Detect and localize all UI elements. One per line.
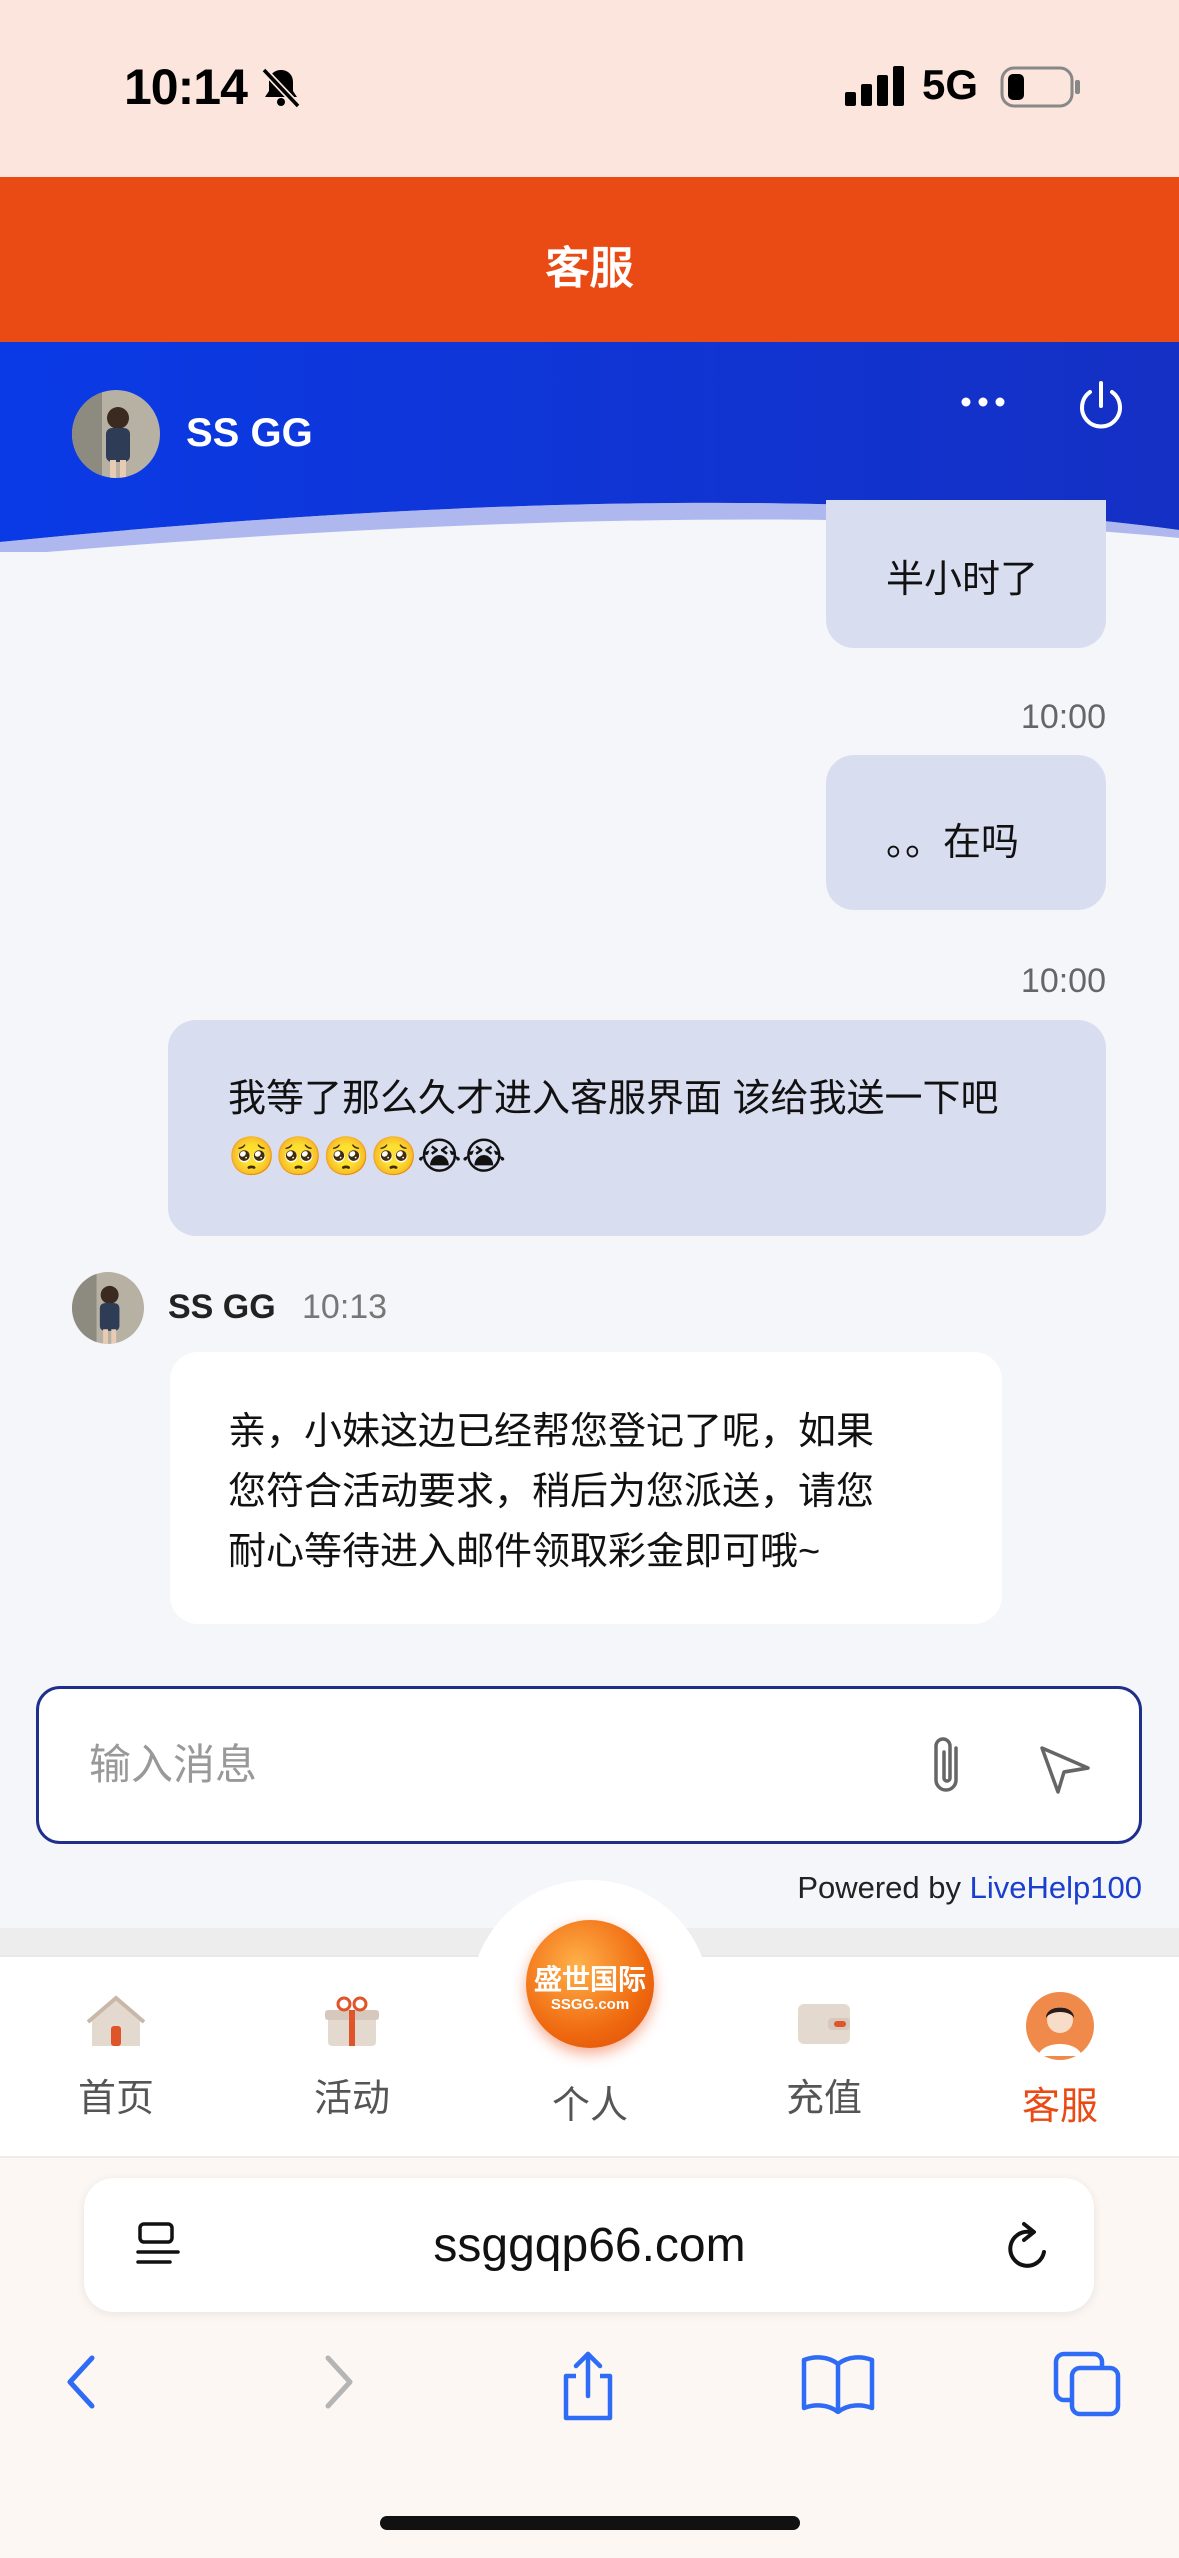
bookmarks-icon[interactable] <box>800 2350 876 2414</box>
message-line: 您符合活动要求，稍后为您派送，请您 <box>228 1471 875 1513</box>
paperclip-icon[interactable] <box>922 1734 972 1798</box>
nav-item-profile[interactable]: 个人 <box>510 2066 670 2129</box>
agent-avatar <box>72 390 160 478</box>
wallet-icon <box>798 2004 850 2044</box>
home-indicator <box>380 2516 800 2530</box>
message-bubble-user: 半小时了 <box>826 500 1106 648</box>
logo-subtext: SSGG.com <box>550 1996 630 2013</box>
network-type: 5G <box>922 61 979 108</box>
nav-item-service[interactable]: 客服 <box>980 1990 1140 2130</box>
agent-name: SS GG <box>186 411 313 455</box>
message-bubble-agent: 亲，小妹这边已经帮您登记了呢，如果 您符合活动要求，稍后为您派送，请您 耐心等待… <box>170 1352 1002 1624</box>
power-icon[interactable] <box>1073 378 1129 434</box>
home-icon <box>86 1995 146 2046</box>
share-icon[interactable] <box>556 2350 620 2422</box>
nav-item-activity[interactable]: 活动 <box>272 1990 432 2122</box>
tabs-icon[interactable] <box>1052 2350 1124 2418</box>
nav-item-recharge[interactable]: 充值 <box>744 1990 904 2122</box>
service-avatar-icon <box>1026 1992 1094 2060</box>
message-timestamp: 10:13 <box>302 1288 388 1326</box>
center-logo-icon[interactable]: 盛世国际 SSGG.com <box>526 1920 654 2048</box>
agent-avatar <box>72 1272 144 1344</box>
back-icon[interactable] <box>62 2350 102 2414</box>
message-bubble-user: 。。在吗 <box>826 755 1106 910</box>
message-input-box <box>36 1686 1142 1844</box>
message-timestamp: 10:00 <box>1020 698 1106 736</box>
reader-icon[interactable] <box>134 2218 184 2274</box>
logo-text: 盛世国际 <box>533 1964 646 1995</box>
message-line: 亲，小妹这边已经帮您登记了呢，如果 <box>228 1411 875 1453</box>
sender-name: SS GG <box>168 1288 276 1326</box>
bell-muted-icon <box>261 67 301 109</box>
message-line: 耐心等待进入邮件领取彩金即可哦~ <box>228 1531 821 1573</box>
message-emoji: 🥺🥺🥺🥺😭😭 <box>228 1136 507 1178</box>
powered-by: Powered by LiveHelp100 <box>797 1870 1142 1905</box>
message-bubble-user: 我等了那么久才进入客服界面 该给我送一下吧 🥺🥺🥺🥺😭😭 <box>168 1020 1106 1236</box>
livehelp-link[interactable]: LiveHelp100 <box>970 1870 1142 1905</box>
battery-icon <box>1000 66 1080 108</box>
more-options-icon[interactable] <box>958 382 1008 422</box>
message-timestamp: 10:00 <box>1020 962 1106 1000</box>
message-text: 我等了那么久才进入客服界面 该给我送一下吧 <box>228 1078 999 1120</box>
nav-item-home[interactable]: 首页 <box>36 1990 196 2122</box>
forward-icon[interactable] <box>318 2350 358 2414</box>
send-icon[interactable] <box>1036 1740 1094 1798</box>
gift-icon <box>325 1996 379 2046</box>
page-title: 客服 <box>545 244 634 293</box>
reload-icon[interactable] <box>1000 2216 1056 2276</box>
signal-icon <box>845 66 904 106</box>
message-input[interactable] <box>87 1729 891 1801</box>
status-time: 10:14 <box>124 59 248 115</box>
